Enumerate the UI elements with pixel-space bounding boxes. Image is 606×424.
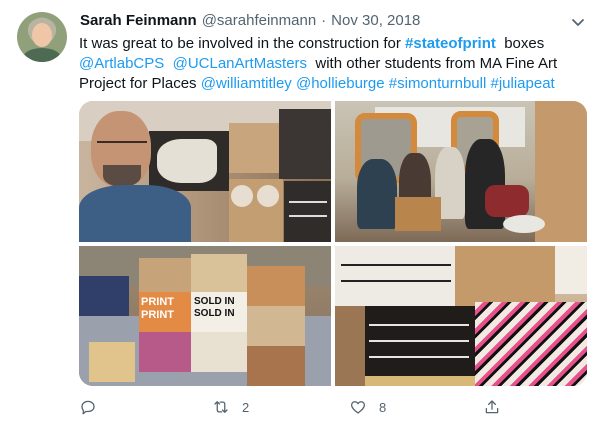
share-button[interactable]: [483, 396, 501, 418]
box: [191, 254, 247, 294]
retweet-button[interactable]: 2: [212, 396, 249, 418]
avatar-face: [32, 23, 52, 47]
box: [335, 306, 365, 386]
box: [247, 306, 305, 346]
photo-printed-boxes[interactable]: [335, 246, 587, 386]
box-print-text: PRINT: [141, 309, 174, 321]
barbed-wire-line: [341, 264, 451, 266]
box-sold-text: SOLD IN: [194, 296, 235, 307]
box-print: PRINT PRINT: [139, 292, 191, 332]
tweet-actions: 2 8: [79, 396, 519, 418]
tweet-date[interactable]: Nov 30, 2018: [331, 12, 420, 29]
photo-man-with-boxes[interactable]: [79, 101, 331, 242]
box: [257, 185, 279, 207]
mention-uclanartmasters[interactable]: @UCLanArtMasters: [173, 55, 307, 72]
tweet-text-line-1: It was great to be involved in the const…: [79, 34, 594, 54]
tweet-card[interactable]: Sarah Feinmann @sarahfeinmann · Nov 30, …: [0, 0, 606, 424]
text-segment: boxes: [495, 35, 545, 52]
box: [139, 332, 191, 372]
mention-artlabcps[interactable]: @ArtlabCPS: [79, 55, 164, 72]
box: [365, 376, 475, 386]
box: [455, 246, 555, 306]
chair-red: [485, 185, 529, 217]
avatar[interactable]: [17, 12, 67, 62]
like-count: 8: [379, 399, 387, 415]
box: [89, 342, 135, 382]
text-segment: It was great to be involved in the const…: [79, 35, 406, 52]
box-sold: SOLD IN SOLD IN: [191, 292, 247, 332]
tweet-header: Sarah Feinmann @sarahfeinmann · Nov 30, …: [80, 12, 420, 32]
box: [247, 266, 305, 306]
box: [284, 181, 331, 242]
photo-box-stacks[interactable]: PRINT PRINT SOLD IN SOLD IN: [79, 246, 331, 386]
box: [191, 332, 247, 372]
box-sold-text: SOLD IN: [194, 308, 235, 319]
box: [279, 109, 331, 179]
display-name[interactable]: Sarah Feinmann: [80, 12, 197, 29]
text-segment: with other students from MA Fine Art: [307, 55, 558, 72]
retweet-icon: [214, 401, 228, 413]
tweet-text: It was great to be involved in the const…: [79, 34, 594, 94]
separator-dot: ·: [321, 12, 327, 29]
tweet-text-line-3: Project for Places @williamtitley @holli…: [79, 74, 594, 94]
barbed-wire-line: [369, 324, 469, 326]
box: [247, 346, 305, 386]
retweet-count: 2: [242, 399, 250, 415]
barbed-wire-line: [369, 356, 469, 358]
mention-hollieburge[interactable]: @hollieburge: [296, 75, 385, 92]
barbed-wire-line: [289, 215, 327, 217]
media-grid: PRINT PRINT SOLD IN SOLD IN: [79, 101, 587, 386]
share-icon: [485, 400, 499, 414]
like-button[interactable]: 8: [349, 396, 386, 418]
box-circle-print: [555, 246, 587, 294]
person-shirt: [79, 185, 191, 242]
text-segment: [164, 55, 172, 72]
tweet-text-line-2: @ArtlabCPS @UCLanArtMasters with other s…: [79, 54, 594, 74]
user-handle[interactable]: @sarahfeinmann: [202, 12, 316, 29]
box-stripes: [475, 302, 587, 386]
box: [231, 185, 253, 207]
barbed-wire-line: [341, 280, 451, 282]
person-glasses: [97, 141, 147, 149]
hashtag-juliapeat[interactable]: #juliapeat: [491, 75, 555, 92]
photo-people-assembling[interactable]: [335, 101, 587, 242]
barbed-wire-line: [289, 201, 327, 203]
reply-icon: [81, 400, 95, 415]
table: [503, 215, 545, 233]
blue-seat: [79, 276, 129, 316]
box-print-face: [157, 139, 217, 183]
barbed-wire-line: [369, 340, 469, 342]
person: [357, 159, 397, 229]
mention-williamtitley[interactable]: @williamtitley: [201, 75, 292, 92]
hashtag-stateofprint[interactable]: #stateofprint: [405, 35, 496, 52]
person-beard: [103, 165, 141, 187]
hashtag-simonturnbull[interactable]: #simonturnbull: [389, 75, 487, 92]
heart-icon: [350, 401, 366, 414]
avatar-shirt: [23, 48, 61, 62]
box: [395, 197, 441, 231]
text-segment: Project for Places: [79, 75, 201, 92]
box-print-text: PRINT: [141, 296, 174, 308]
chevron-down-icon[interactable]: [568, 12, 588, 32]
reply-button[interactable]: [79, 396, 97, 418]
box-barbed-wire: [335, 246, 455, 306]
